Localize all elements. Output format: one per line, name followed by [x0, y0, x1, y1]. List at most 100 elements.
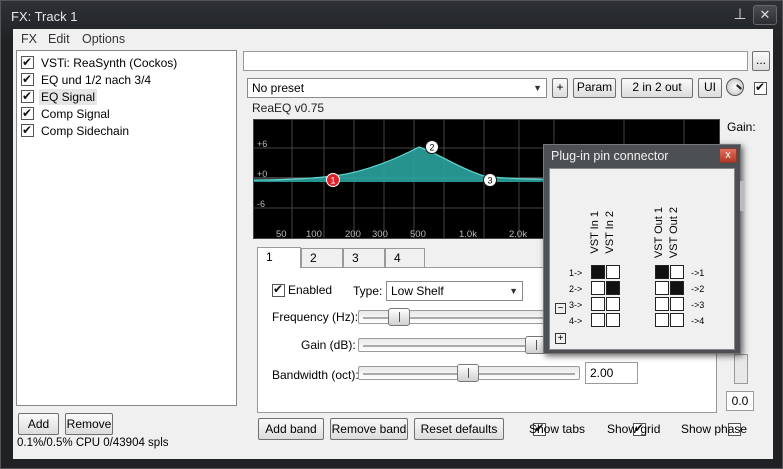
pin-cell[interactable] [670, 281, 684, 295]
in-row-label: 2-> [569, 284, 583, 294]
fx-item[interactable]: EQ Signal [21, 88, 231, 105]
band-node-3[interactable]: 3 [483, 173, 497, 187]
frequency-slider-thumb[interactable] [388, 308, 410, 326]
svg-text:3: 3 [487, 176, 492, 186]
out-row-label: ->1 [691, 268, 705, 278]
pin-cell[interactable] [606, 265, 620, 279]
output-gain-value[interactable]: 0.0 [726, 391, 754, 411]
band-type-dropdown[interactable]: Low Shelf ▼ [386, 281, 523, 301]
menu-edit[interactable]: Edit [48, 32, 70, 46]
chevron-down-icon: ▼ [509, 286, 518, 296]
window-title: FX: Track 1 [11, 9, 78, 24]
output-gain-slider[interactable] [734, 354, 748, 384]
fx-item[interactable]: EQ und 1/2 nach 3/4 [21, 71, 231, 88]
pin-icon[interactable]: ⊥ [729, 6, 751, 26]
reset-defaults-button[interactable]: Reset defaults [414, 418, 504, 440]
preset-value: No preset [252, 81, 305, 95]
pin-scrollbar[interactable] [740, 181, 744, 211]
db-label: -6 [257, 199, 265, 209]
plugin-title: ReaEQ v0.75 [252, 101, 325, 115]
title-bar[interactable]: FX: Track 1 ⊥ ✕ [1, 1, 783, 31]
band-enabled-checkbox[interactable] [272, 282, 285, 298]
close-icon[interactable]: x [719, 148, 737, 163]
in-row-label: 3-> [569, 300, 583, 310]
fx-enable-checkbox[interactable] [21, 88, 34, 104]
fx-item-label: EQ und 1/2 nach 3/4 [41, 72, 152, 87]
pin-cell[interactable] [670, 297, 684, 311]
gain-slider[interactable] [358, 336, 548, 354]
band-node-2[interactable]: 2 [425, 140, 439, 154]
bandwidth-slider[interactable] [358, 364, 580, 382]
chevron-down-icon: ▼ [533, 83, 542, 93]
out-row-label: ->4 [691, 316, 705, 326]
pin-cell[interactable] [670, 313, 684, 327]
add-fx-button[interactable]: Add [18, 413, 59, 435]
gain-db-label: Gain (dB): [301, 338, 356, 352]
add-preset-button[interactable]: + [552, 78, 568, 98]
fx-item-label: Comp Sidechain [41, 123, 130, 138]
svg-text:1: 1 [330, 176, 335, 186]
remove-band-button[interactable]: Remove band [330, 418, 408, 440]
fx-enable-checkbox[interactable] [21, 105, 34, 121]
close-icon[interactable]: ✕ [753, 5, 777, 25]
tab-band-4[interactable]: 4 [385, 248, 425, 268]
pin-cell[interactable] [670, 265, 684, 279]
pin-cell[interactable] [655, 297, 669, 311]
pin-connector-window[interactable]: Plug-in pin connector x VST In 1 VST In … [543, 144, 744, 354]
routing-button[interactable]: 2 in 2 out [621, 78, 693, 98]
fx-chain-list[interactable]: VSTi: ReaSynth (Cockos) EQ und 1/2 nach … [16, 50, 237, 406]
tab-band-3[interactable]: 3 [343, 248, 385, 268]
bypass-checkbox[interactable] [754, 80, 767, 96]
collapse-icon[interactable]: − [555, 303, 566, 314]
fx-item[interactable]: Comp Sidechain [21, 122, 231, 139]
input-pin-label: VST In 1 [589, 211, 601, 254]
pin-cell[interactable] [591, 313, 605, 327]
fx-item-label: EQ Signal [39, 88, 98, 105]
band-node-1[interactable]: 1 [326, 173, 340, 187]
cpu-status: 0.1%/0.5% CPU 0/43904 spls [17, 437, 169, 449]
frequency-slider[interactable] [358, 308, 548, 326]
gain-label: Gain: [727, 120, 756, 134]
fx-enable-checkbox[interactable] [21, 71, 34, 87]
menu-fx[interactable]: FX [21, 32, 37, 46]
pin-cell[interactable] [606, 313, 620, 327]
preset-dropdown[interactable]: No preset ▼ [247, 78, 547, 98]
band-enabled-label: Enabled [288, 283, 333, 297]
menu-options[interactable]: Options [82, 32, 125, 46]
input-pin-matrix[interactable] [591, 265, 621, 329]
fx-item[interactable]: Comp Signal [21, 105, 231, 122]
add-band-button[interactable]: Add band [258, 418, 324, 440]
tab-band-1[interactable]: 1 [257, 247, 301, 268]
pin-cell[interactable] [655, 265, 669, 279]
fx-item-label: Comp Signal [41, 106, 110, 121]
expand-icon[interactable]: + [555, 333, 566, 344]
pin-cell[interactable] [606, 281, 620, 295]
tab-band-2[interactable]: 2 [301, 248, 343, 268]
fx-enable-checkbox[interactable] [21, 122, 34, 138]
db-label: +6 [257, 139, 267, 149]
pin-connector-body: VST In 1 VST In 2 VST Out 1 VST Out 2 1-… [549, 168, 735, 350]
bandwidth-slider-thumb[interactable] [457, 364, 479, 382]
in-row-label: 1-> [569, 268, 583, 278]
show-tabs-label: Show tabs [529, 422, 586, 436]
in-row-label: 4-> [569, 316, 583, 326]
pin-cell[interactable] [591, 297, 605, 311]
pin-cell[interactable] [591, 265, 605, 279]
freq-label: 200 [345, 229, 361, 239]
bandwidth-input[interactable]: 2.00 [585, 362, 638, 384]
ui-button[interactable]: UI [698, 78, 722, 98]
param-button[interactable]: Param [573, 78, 616, 98]
freq-label: 100 [306, 229, 322, 239]
more-button[interactable]: ... [752, 51, 770, 71]
pin-cell[interactable] [606, 297, 620, 311]
wet-knob[interactable] [726, 78, 744, 96]
freq-label: 2.0k [509, 229, 527, 239]
pin-cell[interactable] [655, 313, 669, 327]
pin-cell[interactable] [655, 281, 669, 295]
pin-cell[interactable] [591, 281, 605, 295]
remove-fx-button[interactable]: Remove [65, 413, 113, 435]
fx-enable-checkbox[interactable] [21, 54, 34, 70]
fx-item[interactable]: VSTi: ReaSynth (Cockos) [21, 54, 231, 71]
output-pin-matrix[interactable] [655, 265, 685, 329]
band-type-value: Low Shelf [391, 284, 444, 298]
